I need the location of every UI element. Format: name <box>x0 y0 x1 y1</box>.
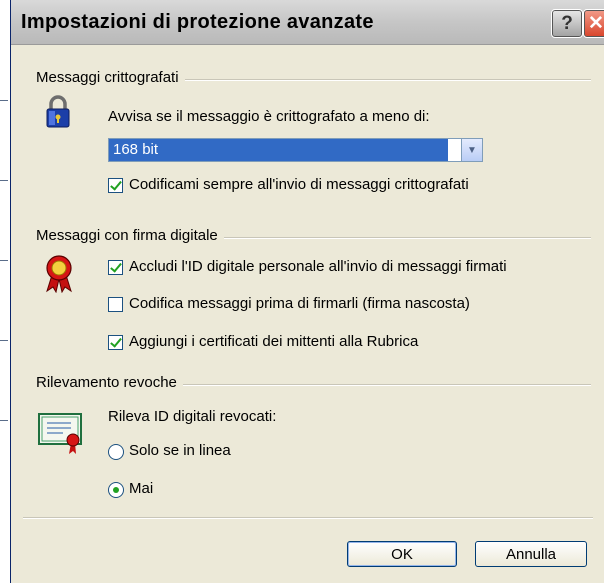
encode-before-sign-label[interactable]: Codifica messaggi prima di firmarli (fir… <box>129 295 470 312</box>
ribbon-award-icon <box>46 255 72 293</box>
dialog-title: Impostazioni di protezione avanzate <box>21 11 374 33</box>
online-only-radio[interactable] <box>108 444 124 460</box>
include-id-checkbox[interactable] <box>108 260 123 275</box>
never-radio[interactable] <box>108 482 124 498</box>
include-id-label[interactable]: Accludi l'ID digitale personale all'invi… <box>129 258 507 275</box>
title-bar[interactable]: Impostazioni di protezione avanzate ? ✕ <box>11 0 604 45</box>
cancel-button[interactable]: Annulla <box>475 541 587 567</box>
always-encrypt-checkbox[interactable] <box>108 178 123 193</box>
encode-before-sign-checkbox[interactable] <box>108 297 123 312</box>
close-icon: ✕ <box>588 13 604 34</box>
add-certs-label[interactable]: Aggiungi i certificati dei mittenti alla… <box>129 333 418 350</box>
help-button[interactable]: ? <box>551 9 583 38</box>
background-tick <box>0 340 8 341</box>
add-certs-checkbox[interactable] <box>108 335 123 350</box>
section-title-encrypted: Messaggi crittografati <box>36 69 185 86</box>
warn-encryption-label: Avvisa se il messaggio è crittografato a… <box>108 108 430 125</box>
background-tick <box>0 180 8 181</box>
advanced-security-dialog: Impostazioni di protezione avanzate ? ✕ … <box>10 0 604 583</box>
footer-divider <box>23 517 593 519</box>
encryption-strength-select[interactable]: 168 bit ▼ <box>108 138 483 162</box>
background-tick <box>0 420 8 421</box>
background-tick <box>0 260 8 261</box>
certificate-icon <box>38 413 82 454</box>
background-tick <box>0 100 8 101</box>
section-title-signed: Messaggi con firma digitale <box>36 227 224 244</box>
check-revoked-label: Rileva ID digitali revocati: <box>108 408 277 425</box>
never-label[interactable]: Mai <box>129 480 153 497</box>
chevron-down-icon[interactable]: ▼ <box>461 139 482 161</box>
encryption-strength-value: 168 bit <box>109 139 448 161</box>
help-icon: ? <box>561 12 573 34</box>
padlock-icon <box>46 95 70 128</box>
always-encrypt-label[interactable]: Codificami sempre all'invio di messaggi … <box>129 176 469 193</box>
section-title-revocation: Rilevamento revoche <box>36 374 183 391</box>
ok-button[interactable]: OK <box>347 541 457 567</box>
close-button[interactable]: ✕ <box>583 9 604 38</box>
online-only-label[interactable]: Solo se in linea <box>129 442 231 459</box>
